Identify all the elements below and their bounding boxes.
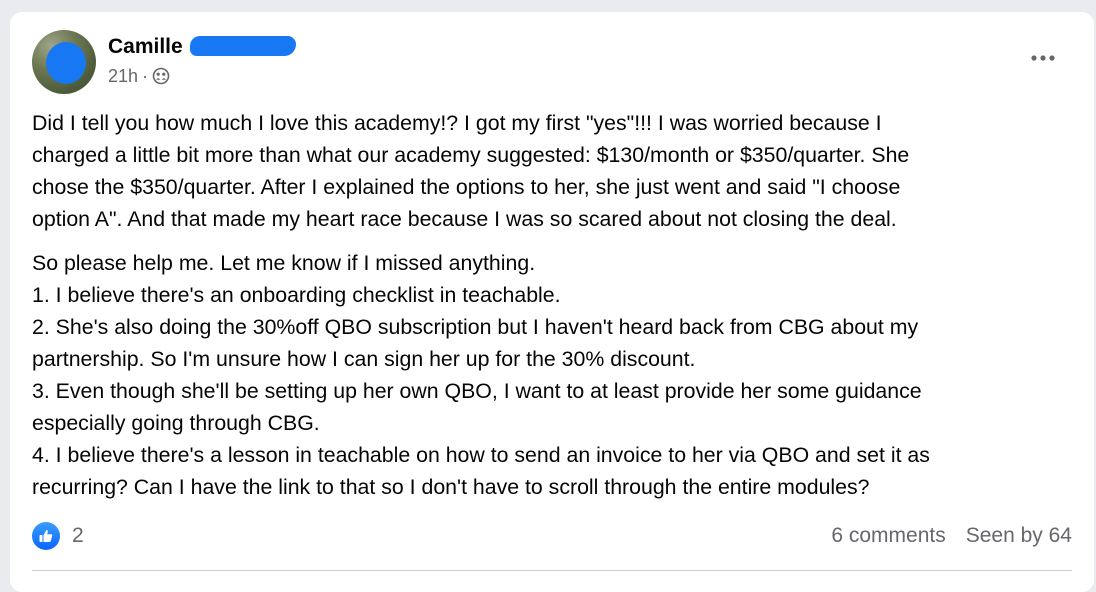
post-text-line: option A". And that made my heart race b… <box>32 207 897 231</box>
post-text-line: 1. I believe there's an onboarding check… <box>32 283 561 307</box>
post-text-line: Did I tell you how much I love this acad… <box>32 111 882 135</box>
post-paragraph: Did I tell you how much I love this acad… <box>32 107 1072 235</box>
post-text-line: chose the $350/quarter. After I explaine… <box>32 175 901 199</box>
reaction-count[interactable]: 2 <box>72 524 84 548</box>
post-body: Did I tell you how much I love this acad… <box>32 107 1072 515</box>
meta-separator: · <box>142 66 149 86</box>
post-text-line: 3. Even though she'll be setting up her … <box>32 379 922 403</box>
avatar[interactable] <box>32 30 96 94</box>
footer-divider <box>32 570 1072 571</box>
post-timestamp[interactable]: 21h <box>108 65 138 87</box>
ellipsis-icon <box>1031 55 1055 61</box>
author-name[interactable]: Camille <box>108 35 183 59</box>
post-text-line: partnership. So I'm unsure how I can sig… <box>32 347 696 371</box>
post-text-line: especially going through CBG. <box>32 411 320 435</box>
post-paragraph: So please help me. Let me know if I miss… <box>32 247 1072 503</box>
post-text-line: charged a little bit more than what our … <box>32 143 910 167</box>
redaction-mark <box>46 42 86 84</box>
post-text-line: 4. I believe there's a lesson in teachab… <box>32 443 930 467</box>
post-card: Camille 21h · Did I tell you how much I … <box>10 12 1094 592</box>
post-text-line: recurring? Can I have the link to that s… <box>32 475 870 499</box>
post-text-line: 2. She's also doing the 30%off QBO subsc… <box>32 315 919 339</box>
seen-by-link[interactable]: Seen by 64 <box>966 524 1072 548</box>
more-options-button[interactable] <box>1028 46 1058 70</box>
comments-link[interactable]: 6 comments <box>831 524 945 548</box>
post-meta: 21h · <box>108 65 170 87</box>
post-footer: 2 6 comments Seen by 64 <box>32 520 1072 552</box>
post-text-line: So please help me. Let me know if I miss… <box>32 251 536 275</box>
redaction-mark <box>190 36 296 56</box>
group-icon[interactable] <box>152 67 170 85</box>
thumbs-up-icon[interactable] <box>32 522 60 550</box>
